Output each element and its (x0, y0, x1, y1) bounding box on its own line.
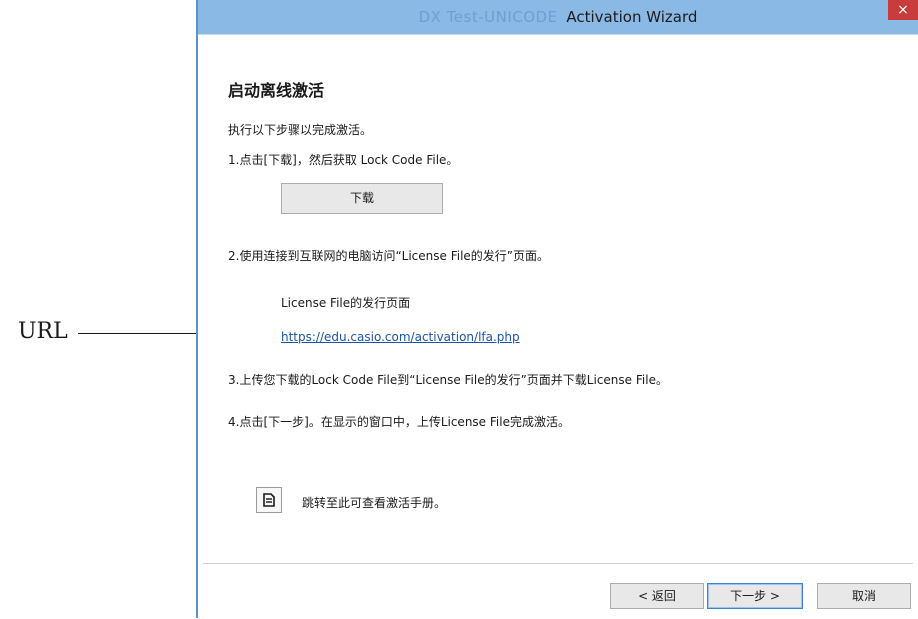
license-page-title: License File的发行页面 (281, 296, 411, 310)
url-callout-label: URL (18, 319, 68, 344)
step-2-text: 2.使用连接到互联网的电脑访问“License File的发行”页面。 (228, 249, 550, 263)
page-title: 启动离线激活 (228, 81, 325, 100)
cancel-button[interactable]: 取消 (817, 583, 911, 609)
wizard-content: 启动离线激活 执行以下步骤以完成激活。 1.点击[下载]，然后获取 Lock C… (198, 34, 918, 619)
window-title: DX Test-UNICODE Activation Wizard (198, 0, 918, 34)
manual-link-text[interactable]: 跳转至此可查看激活手册。 (302, 494, 446, 511)
intro-text: 执行以下步骤以完成激活。 (228, 123, 373, 137)
title-bar[interactable]: DX Test-UNICODE Activation Wizard × (198, 0, 918, 34)
step-3-text: 3.上传您下载的Lock Code File到“License File的发行”… (228, 373, 668, 387)
footer-separator (203, 563, 913, 564)
activation-wizard-window: DX Test-UNICODE Activation Wizard × 启动离线… (196, 0, 918, 618)
window-title-text: Activation Wizard (566, 8, 698, 26)
back-button[interactable]: < 返回 (610, 583, 704, 609)
close-icon: × (897, 2, 909, 18)
window-title-prefix: DX Test-UNICODE (418, 8, 558, 26)
step-4-text: 4.点击[下一步]。在显示的窗口中，上传License File完成激活。 (228, 415, 570, 429)
manual-document-button[interactable] (256, 487, 282, 513)
download-button[interactable]: 下载 (281, 183, 443, 214)
next-button[interactable]: 下一步 > (707, 583, 803, 609)
document-icon (263, 493, 275, 507)
license-url-link[interactable]: https://edu.casio.com/activation/lfa.php (281, 330, 520, 344)
step-1-text: 1.点击[下载]，然后获取 Lock Code File。 (228, 153, 459, 167)
close-button[interactable]: × (888, 0, 918, 20)
